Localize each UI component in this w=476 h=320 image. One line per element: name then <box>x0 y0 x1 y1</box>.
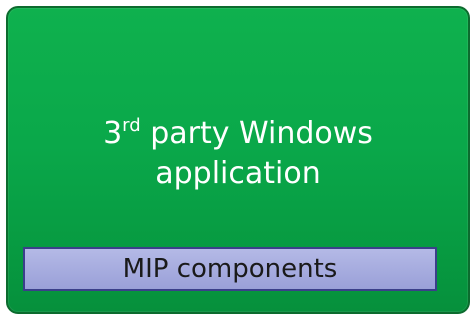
app-title-superscript: rd <box>122 115 141 136</box>
app-title-line1-rest: party Windows <box>140 116 373 151</box>
app-title-line-1: 3rd party Windows <box>8 114 468 154</box>
app-title-prefix: 3 <box>103 116 123 151</box>
app-title-line-2: application <box>155 156 321 191</box>
mip-components-label: MIP components <box>122 254 338 284</box>
app-box-title: 3rd party Windows application <box>8 114 468 194</box>
diagram-canvas: 3rd party Windows application MIP compon… <box>0 0 476 320</box>
mip-components-box: MIP components <box>23 247 437 291</box>
